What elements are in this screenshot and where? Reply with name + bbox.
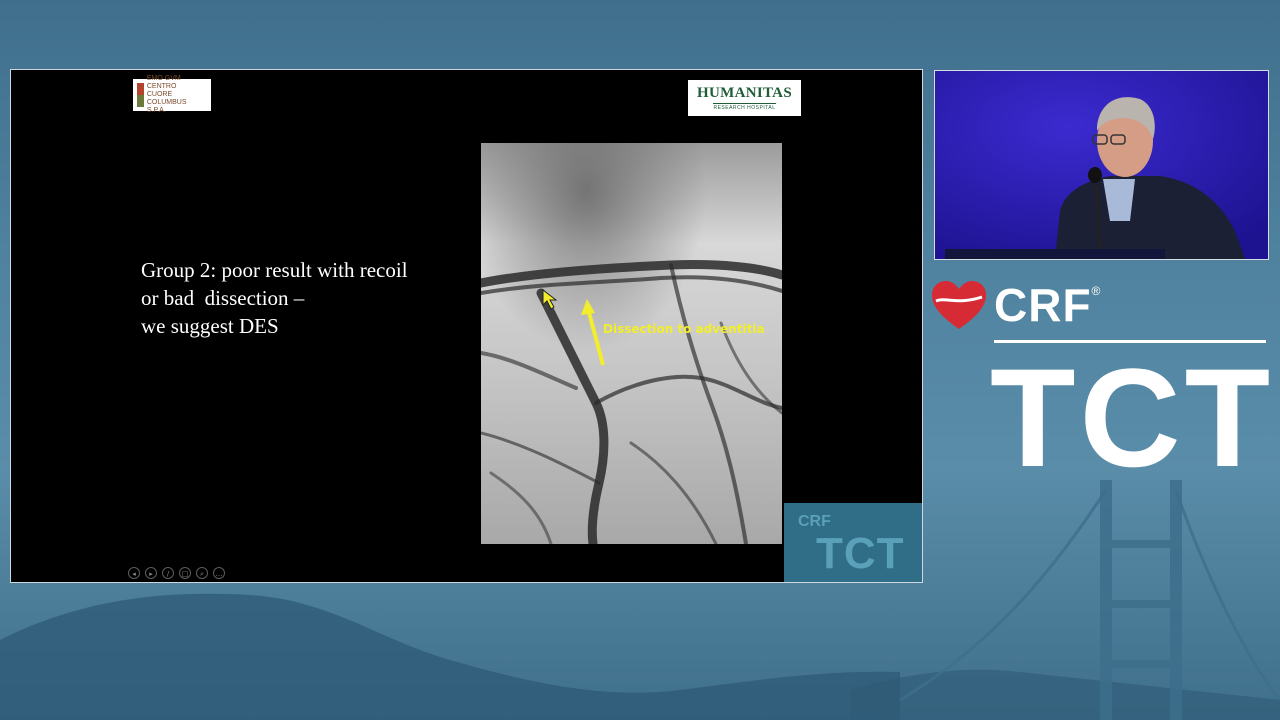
logo-humanitas: HUMANITAS RESEARCH HOSPITAL xyxy=(688,80,801,116)
heart-logo-icon xyxy=(932,281,986,329)
brand-crf-text: CRF xyxy=(994,279,1092,331)
more-icon: … xyxy=(215,570,223,578)
emo-gvm-logo-icon xyxy=(137,83,144,107)
logo-emo-gvm: EMO GVM CENTRO CUORE COLUMBUS S.P.A. xyxy=(133,75,211,114)
presentation-slide: EMO GVM CENTRO CUORE COLUMBUS S.P.A. HUM… xyxy=(10,69,923,583)
pen-tool-button[interactable]: ∕ xyxy=(162,567,174,579)
logo-left-line1: EMO GVM xyxy=(146,75,181,82)
zoom-button[interactable]: ⌕ xyxy=(196,567,208,579)
previous-icon: ◂ xyxy=(132,570,136,578)
dissection-annotation-label: Dissection to adventitia xyxy=(603,322,765,336)
logo-left-line3: CUORE COLUMBUS S.P.A. xyxy=(146,91,187,114)
crf-brand: CRF ® xyxy=(930,278,1100,332)
brand-registered-mark: ® xyxy=(1091,284,1101,298)
slide-text-line-1: Group 2: poor result with recoil xyxy=(141,258,408,282)
zoom-icon: ⌕ xyxy=(200,570,204,578)
speaker-video xyxy=(934,70,1269,260)
previous-slide-button[interactable]: ◂ xyxy=(128,567,140,579)
brand-tct-text: TCT xyxy=(990,339,1275,496)
watermark-tct: TCT xyxy=(816,529,905,578)
pen-icon: ∕ xyxy=(166,570,170,578)
slide-body-text: Group 2: poor result with recoil or bad … xyxy=(141,256,471,340)
crf-tct-watermark: CRF TCT xyxy=(784,503,922,582)
slide-text-line-2: or bad dissection – xyxy=(141,286,305,310)
angiography-image xyxy=(481,143,782,544)
slide-text-line-3: we suggest DES xyxy=(141,314,279,338)
slides-icon: □ xyxy=(181,570,189,578)
next-slide-button[interactable]: ▸ xyxy=(145,567,157,579)
speaker-video-frame xyxy=(935,71,1268,259)
next-icon: ▸ xyxy=(149,570,153,578)
logo-left-line2: CENTRO xyxy=(146,83,177,90)
more-options-button[interactable]: … xyxy=(213,567,225,579)
slideshow-controls: ◂ ▸ ∕ □ ⌕ … xyxy=(128,567,225,579)
logo-humanitas-name: HUMANITAS xyxy=(697,85,792,101)
logo-humanitas-sub: RESEARCH HOSPITAL xyxy=(713,103,776,111)
see-all-slides-button[interactable]: □ xyxy=(179,567,191,579)
